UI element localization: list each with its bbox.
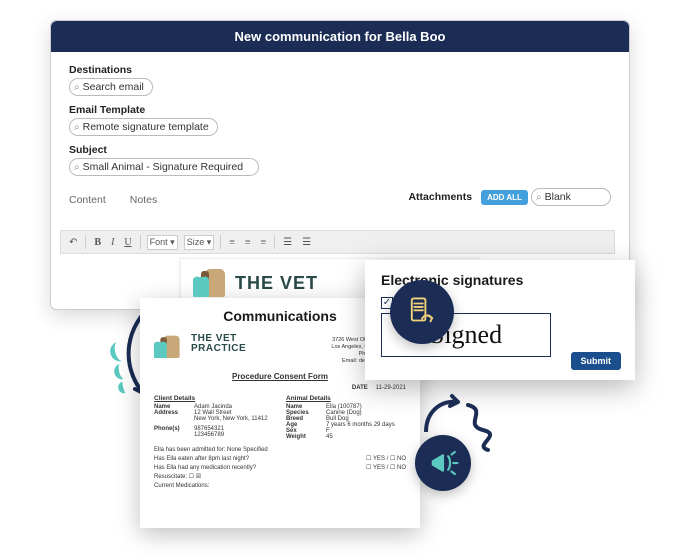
window-title: New communication for Bella Boo	[51, 21, 629, 52]
window-body: Destinations ⌕Search email Email Templat…	[51, 52, 629, 226]
vet-logo-text: THE VET	[235, 273, 318, 294]
submit-button[interactable]: Submit	[571, 352, 622, 370]
add-all-button[interactable]: ADD ALL	[481, 190, 528, 205]
underline-button[interactable]: U	[122, 237, 133, 248]
subject-label: Subject	[69, 144, 259, 156]
undo-icon[interactable]: ↶	[67, 237, 79, 248]
list-icon[interactable]: ☰	[300, 237, 313, 248]
animal-details: Animal Details NameElla (100787) Species…	[286, 395, 406, 440]
swoosh-icon	[110, 340, 140, 370]
bold-button[interactable]: B	[92, 237, 103, 248]
search-icon: ⌕	[536, 192, 542, 203]
brand-text: THE VETPRACTICE	[191, 334, 246, 354]
list-icon[interactable]: ☰	[281, 237, 294, 248]
search-icon: ⌕	[74, 162, 80, 173]
subject-input[interactable]: ⌕Small Animal - Signature Required	[69, 158, 259, 176]
font-select[interactable]: Font ▾	[147, 235, 178, 250]
tab-content[interactable]: Content	[69, 194, 106, 206]
squiggle-icon	[458, 400, 508, 455]
align-center-icon[interactable]: ≡	[243, 237, 253, 248]
destinations-input[interactable]: ⌕Search email	[69, 78, 153, 96]
align-right-icon[interactable]: ≡	[259, 237, 269, 248]
vet-logo-icon	[154, 336, 180, 358]
device-sign-icon	[390, 280, 454, 344]
align-left-icon[interactable]: ≡	[227, 237, 237, 248]
attachments-label: Attachments	[408, 191, 472, 203]
destinations-label: Destinations	[69, 64, 153, 76]
email-template-input[interactable]: ⌕Remote signature template	[69, 118, 218, 136]
size-select[interactable]: Size ▾	[184, 235, 215, 250]
search-icon: ⌕	[74, 82, 80, 93]
form-date: DATE11-29-2021	[154, 385, 406, 391]
search-icon: ⌕	[74, 122, 80, 133]
vet-logo-icon	[193, 269, 225, 297]
tab-notes[interactable]: Notes	[130, 194, 157, 206]
italic-button[interactable]: I	[109, 237, 116, 248]
email-template-label: Email Template	[69, 104, 218, 116]
attachments-input[interactable]: ⌕Blank	[531, 188, 611, 206]
form-questions: Ella has been admitted for: None Specifi…	[154, 446, 406, 491]
client-details: Client Details NameAdam Jacinda Address1…	[154, 395, 274, 440]
editor-toolbar: ↶ B I U Font ▾ Size ▾ ≡ ≡ ≡ ☰ ☰	[60, 230, 615, 254]
